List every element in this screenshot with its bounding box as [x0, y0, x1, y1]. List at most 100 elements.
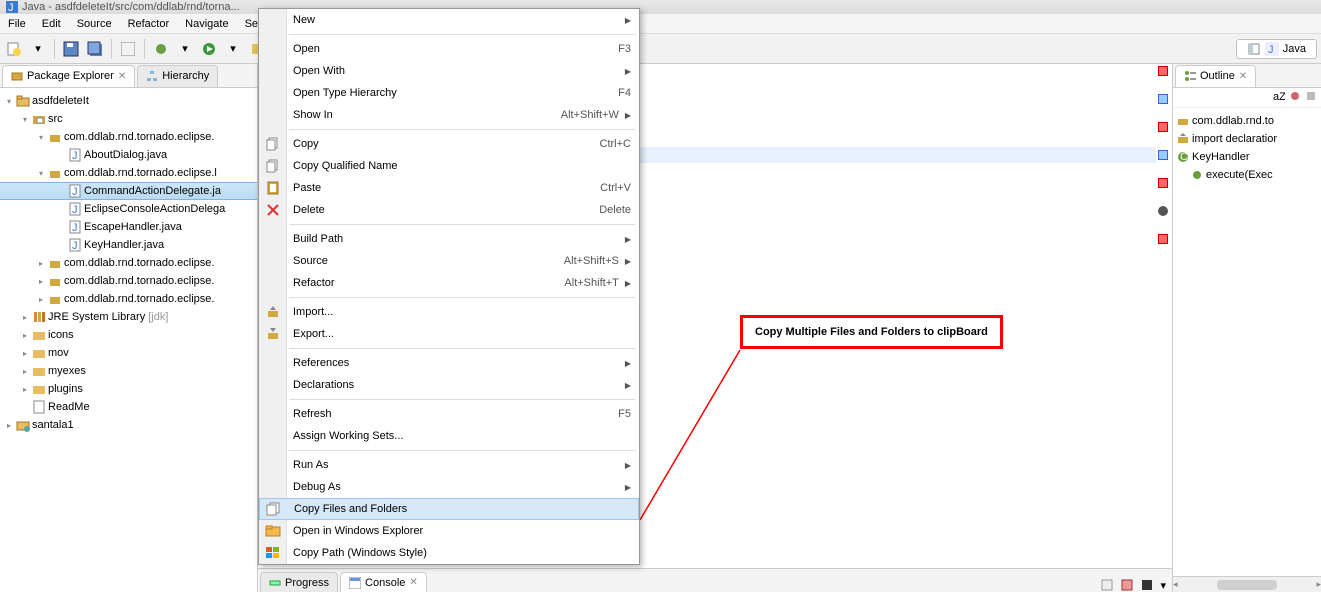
outline-label: com.ddlab.rnd.to — [1192, 115, 1274, 127]
menu-export[interactable]: Export... — [259, 323, 639, 345]
save-all-button[interactable] — [85, 39, 105, 59]
outline-item[interactable]: com.ddlab.rnd.to — [1177, 112, 1317, 130]
menu-paste[interactable]: PasteCtrl+V — [259, 177, 639, 199]
folder-icon — [32, 328, 46, 342]
save-button[interactable] — [61, 39, 81, 59]
menu-open-in-explorer[interactable]: Open in Windows Explorer — [259, 520, 639, 542]
menu-build-path[interactable]: Build Path▶ — [259, 228, 639, 250]
package-icon — [48, 130, 62, 144]
project-tree[interactable]: ▾asdfdeleteIt ▾src ▾com.ddlab.rnd.tornad… — [0, 88, 257, 592]
outline-scrollbar[interactable]: ◂▸ — [1173, 576, 1321, 592]
tab-package-explorer[interactable]: Package Explorer ✕ — [2, 65, 135, 87]
close-icon[interactable]: ✕ — [118, 71, 126, 82]
error-marker[interactable] — [1158, 66, 1168, 76]
debug-button[interactable] — [151, 39, 171, 59]
tree-label-suffix: [jdk] — [148, 311, 168, 323]
menu-open[interactable]: OpenF3 — [259, 38, 639, 60]
debug-dropdown[interactable]: ▾ — [175, 39, 195, 59]
tree-package[interactable]: ▾com.ddlab.rnd.tornado.eclipse. — [0, 128, 257, 146]
tree-file[interactable]: ReadMe — [0, 398, 257, 416]
run-dropdown[interactable]: ▾ — [223, 39, 243, 59]
build-button[interactable] — [118, 39, 138, 59]
menu-source[interactable]: Source — [69, 18, 120, 30]
menu-show-in[interactable]: Show InAlt+Shift+W▶ — [259, 104, 639, 126]
menu-refresh[interactable]: RefreshF5 — [259, 403, 639, 425]
submenu-arrow-icon: ▶ — [625, 279, 631, 288]
outline-item[interactable]: execute(Exec — [1177, 166, 1317, 184]
menu-edit[interactable]: Edit — [34, 18, 69, 30]
tab-hierarchy[interactable]: Hierarchy — [137, 65, 218, 87]
info-marker[interactable] — [1158, 94, 1168, 104]
tree-folder[interactable]: ▸plugins — [0, 380, 257, 398]
tree-package[interactable]: ▸com.ddlab.rnd.tornado.eclipse. — [0, 272, 257, 290]
tree-folder[interactable]: ▸icons — [0, 326, 257, 344]
tree-package[interactable]: ▸com.ddlab.rnd.tornado.eclipse. — [0, 290, 257, 308]
new-button[interactable] — [4, 39, 24, 59]
menu-references[interactable]: References▶ — [259, 352, 639, 374]
import-icon — [1177, 133, 1189, 145]
menu-open-type-hierarchy[interactable]: Open Type HierarchyF4 — [259, 82, 639, 104]
menu-shortcut: F5 — [618, 408, 631, 420]
clear-console-button[interactable] — [1100, 578, 1114, 592]
menu-source[interactable]: SourceAlt+Shift+S▶ — [259, 250, 639, 272]
tree-src[interactable]: ▾src — [0, 110, 257, 128]
error-marker[interactable] — [1158, 234, 1168, 244]
tree-folder[interactable]: ▸myexes — [0, 362, 257, 380]
outline-item[interactable]: CKeyHandler — [1177, 148, 1317, 166]
tree-project[interactable]: ▸santala1 — [0, 416, 257, 434]
close-icon[interactable]: ✕ — [1239, 71, 1247, 82]
tab-label: Hierarchy — [162, 70, 209, 82]
menu-copy-path[interactable]: Copy Path (Windows Style) — [259, 542, 639, 564]
hide-static-button[interactable] — [1305, 90, 1317, 105]
tree-file[interactable]: JEscapeHandler.java — [0, 218, 257, 236]
menu-new[interactable]: New▶ — [259, 9, 639, 31]
menu-navigate[interactable]: Navigate — [177, 18, 236, 30]
menu-refactor[interactable]: RefactorAlt+Shift+T▶ — [259, 272, 639, 294]
tab-console[interactable]: Console ✕ — [340, 572, 427, 592]
menu-copy[interactable]: CopyCtrl+C — [259, 133, 639, 155]
display-selected-button[interactable] — [1120, 578, 1134, 592]
scrollbar-thumb[interactable] — [1217, 580, 1277, 590]
submenu-arrow-icon: ▶ — [625, 483, 631, 492]
menu-file[interactable]: File — [0, 18, 34, 30]
menu-delete[interactable]: DeleteDelete — [259, 199, 639, 221]
svg-text:J: J — [8, 2, 14, 13]
menu-bar[interactable]: File Edit Source Refactor Navigate Se — [0, 14, 1321, 34]
tree-file[interactable]: JAboutDialog.java — [0, 146, 257, 164]
pin-console-button[interactable] — [1140, 578, 1154, 592]
menu-debug-as[interactable]: Debug As▶ — [259, 476, 639, 498]
menu-import[interactable]: Import... — [259, 301, 639, 323]
tree-file[interactable]: JCommandActionDelegate.ja — [0, 182, 257, 200]
tree-file[interactable]: JEclipseConsoleActionDelega — [0, 200, 257, 218]
menu-run-as[interactable]: Run As▶ — [259, 454, 639, 476]
tree-folder[interactable]: ▸mov — [0, 344, 257, 362]
perspective-switcher[interactable]: J Java — [1236, 39, 1317, 59]
tree-package[interactable]: ▸com.ddlab.rnd.tornado.eclipse. — [0, 254, 257, 272]
menu-refactor[interactable]: Refactor — [120, 18, 178, 30]
tree-label: myexes — [48, 365, 86, 377]
hide-fields-button[interactable] — [1289, 90, 1301, 105]
tree-project[interactable]: ▾asdfdeleteIt — [0, 92, 257, 110]
menu-declarations[interactable]: Declarations▶ — [259, 374, 639, 396]
tab-outline[interactable]: Outline ✕ — [1175, 65, 1256, 87]
outline-item[interactable]: import declaratior — [1177, 130, 1317, 148]
menu-assign-working-sets[interactable]: Assign Working Sets... — [259, 425, 639, 447]
tab-progress[interactable]: Progress — [260, 572, 338, 592]
new-dropdown[interactable]: ▾ — [28, 39, 48, 59]
run-button[interactable] — [199, 39, 219, 59]
close-icon[interactable]: ✕ — [409, 577, 417, 588]
open-console-dropdown[interactable]: ▾ — [1160, 579, 1166, 592]
open-perspective-icon[interactable] — [1247, 42, 1261, 56]
package-icon — [11, 70, 23, 82]
tree-file[interactable]: JKeyHandler.java — [0, 236, 257, 254]
folder-icon — [32, 382, 46, 396]
context-menu[interactable]: New▶ OpenF3 Open With▶ Open Type Hierarc… — [258, 8, 640, 565]
sort-button[interactable]: aZ — [1273, 90, 1285, 105]
outline-tree[interactable]: com.ddlab.rnd.to import declaratior CKey… — [1173, 108, 1321, 576]
menu-open-with[interactable]: Open With▶ — [259, 60, 639, 82]
menu-copy-qualified-name[interactable]: Copy Qualified Name — [259, 155, 639, 177]
menu-copy-files-and-folders[interactable]: Copy Files and Folders — [259, 498, 639, 520]
tree-package[interactable]: ▾com.ddlab.rnd.tornado.eclipse.l — [0, 164, 257, 182]
tree-jre[interactable]: ▸JRE System Library [jdk] — [0, 308, 257, 326]
tab-label: Progress — [285, 577, 329, 589]
